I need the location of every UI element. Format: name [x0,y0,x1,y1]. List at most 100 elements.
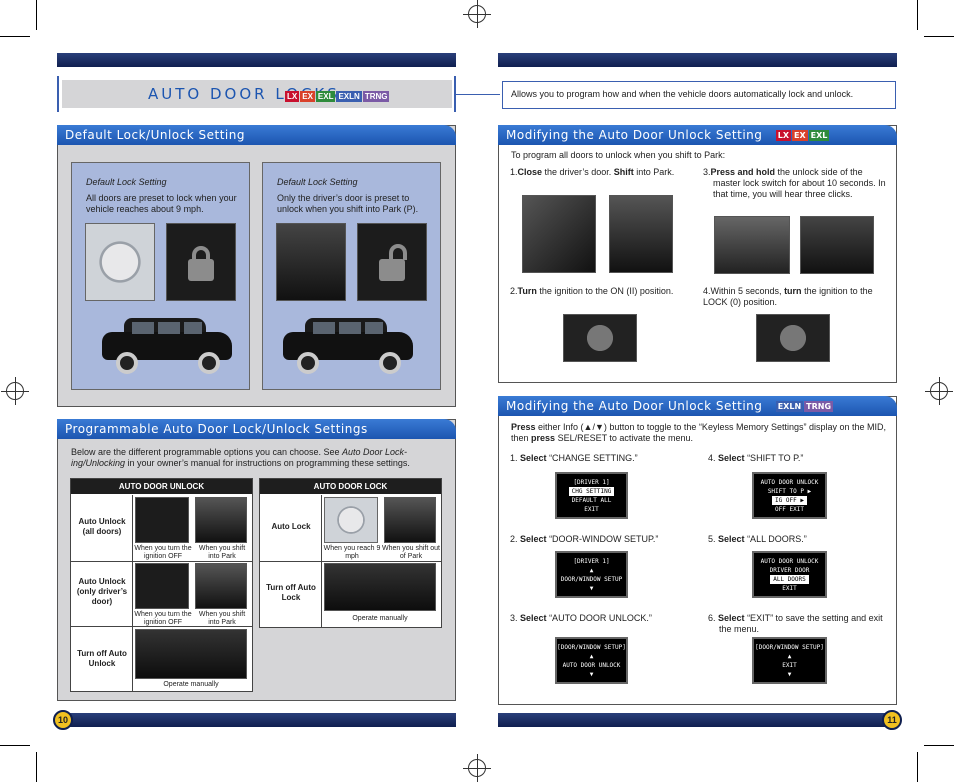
mid-step-3: 3. Select “AUTO DOOR UNLOCK.” [510,613,652,623]
mid-screen: [DRIVER 1] CHG SETTING DEFAULT ALL EXIT [555,472,628,519]
mid-step-6: 6. Select “EXIT” to save the setting and… [708,613,883,634]
lock-switch-image [324,563,436,611]
registration-mark [1,377,29,405]
registration-mark [925,377,953,405]
programmable-heading: Programmable Auto Door Lock/Unlock Setti… [57,419,456,439]
mid-step-4: 4. Select “SHIFT TO P.” [708,453,804,463]
speedometer-image [85,223,155,301]
cell-caption: When you shift into Park [198,611,246,626]
shifter-image [384,497,436,543]
default-lock-box-1: Default Lock Setting All doors are prese… [71,162,250,390]
mid-screen: [DRIVER 1] ▲ DOOR/WINDOW SETUP ▼ [555,551,628,598]
window-switch-image [714,216,790,274]
cell-caption: When you shift into Park [198,545,246,560]
badge-lx: LX [285,91,300,103]
suv-image [283,318,418,378]
crop-mark [917,0,918,30]
lock-switch-image [800,216,874,274]
row-label: Turn off Auto Lock [266,583,316,602]
shifter-image [276,223,346,301]
badge-trng: TRNG [804,401,834,412]
cell-caption: Operate manually [163,681,219,688]
intro-text: Below are the different programmable opt… [71,447,342,457]
section1-heading-text: Modifying the Auto Door Unlock Setting [506,128,763,142]
section1-heading: Modifying the Auto Door Unlock Setting L… [498,125,897,145]
badge-ex: EX [791,130,808,141]
step-1: 1.Close the driver’s door. Shift into Pa… [510,167,675,177]
cell-caption: When you reach 9 mph [323,545,381,560]
page-number-right: 11 [882,710,902,730]
cell-caption: When you turn the ignition OFF [134,611,192,626]
step-2: 2.Turn the ignition to the ON (II) posit… [510,286,674,296]
footer-bar-left [57,713,456,727]
row-label: Turn off Auto Unlock [77,649,127,668]
mid-step-1: 1. Select “CHANGE SETTING.” [510,453,638,463]
suv-image [102,318,237,378]
mid-step-5: 5. Select “ALL DOORS.” [708,534,807,544]
ignition-image [135,563,189,609]
section1-lead: To program all doors to unlock when you … [511,150,726,160]
table-header: AUTO DOOR LOCK [260,479,441,494]
badge-exl: EXL [315,91,336,103]
box2-caption: Default Lock Setting [277,177,358,187]
cell-caption: Operate manually [352,615,408,622]
crop-mark [36,0,37,30]
badge-exln: EXLN [336,91,362,103]
crop-mark [924,36,954,37]
mid-screen: AUTO DOOR UNLOCK SHIFT TO P ▶ IG OFF ▶ OFF … [752,472,827,519]
table-header: AUTO DOOR UNLOCK [71,479,252,494]
shifter-image [195,563,247,609]
registration-mark [463,754,491,782]
shifter-image [609,195,673,273]
registration-mark [463,0,491,28]
badge-lx: LX [775,130,791,141]
connector-line [456,94,500,95]
section2-heading-text: Modifying the Auto Door Unlock Setting [506,399,763,413]
auto-lock-table: AUTO DOOR LOCK Auto Lock When you reach … [259,478,442,628]
section2-lead: Press either Info (▲/▼) button to toggle… [511,422,887,443]
row-label: Auto Lock [271,522,311,531]
ignition-image [135,497,189,543]
badge-exln: EXLN [775,401,804,412]
row-label: Auto Unlock (all doors) [78,517,126,536]
crop-mark [924,745,954,746]
intro-box: Allows you to program how and when the v… [502,81,896,109]
step-3: 3.Press and hold the unlock side of the … [703,167,886,199]
mid-screen: [DOOR/WINDOW SETUP] ▲ EXIT ▼ [752,637,827,684]
title-badges: LX EX EXL EXLN TRNG [284,88,390,106]
footer-bar-right [498,713,897,727]
box2-text: Only the driver’s door is preset to unlo… [277,193,419,214]
cell-caption: When you turn the ignition OFF [134,545,192,560]
shifter-image [195,497,247,543]
box1-text: All doors are preset to lock when your v… [86,193,237,214]
default-lock-heading: Default Lock/Unlock Setting [57,125,456,145]
ignition-on-image [563,314,637,362]
badge-trng: TRNG [362,91,390,103]
cell-caption: When you shift out of Park [382,545,440,560]
header-bar-left [57,53,456,67]
unlock-image [357,223,427,301]
crop-mark [36,752,37,782]
mid-screen: AUTO DOOR UNLOCK DRIVER DOOR ALL DOORS EXIT [752,551,827,598]
crop-mark [0,36,30,37]
speedometer-image [324,497,378,543]
crop-mark [917,752,918,782]
badge-exl: EXL [808,130,830,141]
intro-text: in your owner’s manual for instructions … [125,458,410,468]
header-bar-right [498,53,897,67]
mid-step-2: 2. Select “DOOR-WINDOW SETUP.” [510,534,659,544]
auto-unlock-table: AUTO DOOR UNLOCK Auto Unlock (all doors)… [70,478,253,692]
ignition-lock-image [756,314,830,362]
lock-switch-image [135,629,247,679]
door-image [522,195,596,273]
row-label: Auto Unlock (only driver’s door) [76,577,128,606]
crop-mark [0,745,30,746]
mid-screen: [DOOR/WINDOW SETUP] ▲ AUTO DOOR UNLOCK ▼ [555,637,628,684]
section2-heading: Modifying the Auto Door Unlock Setting E… [498,396,897,416]
badge-ex: EX [300,91,315,103]
title-box: AUTO DOOR LOCKS LX EX EXL EXLN TRNG [62,80,452,108]
page-number-left: 10 [53,710,73,730]
lock-image [166,223,236,301]
programmable-intro: Below are the different programmable opt… [71,447,443,469]
default-lock-box-2: Default Lock Setting Only the driver’s d… [262,162,441,390]
